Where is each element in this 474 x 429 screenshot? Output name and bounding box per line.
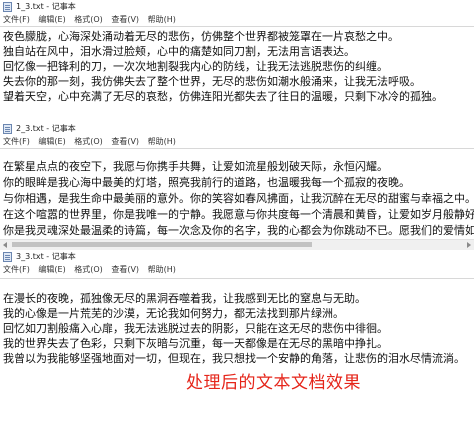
text-line: 我的心像是一片荒芜的沙漠，无论我如何努力，都无法找到那片绿洲。 <box>3 307 344 320</box>
menu-view[interactable]: 查看(V) <box>111 136 139 148</box>
menu-edit[interactable]: 编辑(E) <box>38 264 65 276</box>
text-area[interactable]: 在繁星点点的夜空下，我愿与你携手共舞，让爱如流星般划破天际，永恒闪耀。 你的眼眸… <box>0 148 474 238</box>
title-bar[interactable]: 1_3.txt - 记事本 <box>0 0 474 14</box>
text-line: 夜色朦胧，心海深处涌动着无尽的悲伤，仿佛整个世界都被笼罩在一片哀愁之中。 <box>3 30 399 43</box>
text-line: 回忆如刀割般痛入心扉，我无法逃脱过去的阴影，只能在这无尽的悲伤中徘徊。 <box>3 322 388 335</box>
menu-bar: 文件(F) 编辑(E) 格式(O) 查看(V) 帮助(H) <box>0 14 474 26</box>
notepad-icon <box>3 2 12 12</box>
text-line: 望着天空，心中充满了无尽的哀愁，仿佛连阳光都失去了往日的温暖，只剩下冰冷的孤独。 <box>3 90 443 103</box>
text-line: 你的眼眸是我心海中最美的灯塔，照亮我前行的道路，也温暖我每一个孤寂的夜晚。 <box>3 176 410 189</box>
menu-view[interactable]: 查看(V) <box>111 264 139 276</box>
caption-text: 处理后的文本文档效果 <box>186 373 361 393</box>
notepad-icon <box>3 252 12 262</box>
menu-format[interactable]: 格式(O) <box>74 264 103 276</box>
title-bar[interactable]: 3_3.txt - 记事本 <box>0 250 474 264</box>
notepad-window-2: 2_3.txt - 记事本 文件(F) 编辑(E) 格式(O) 查看(V) 帮助… <box>0 122 474 250</box>
text-line: 在繁星点点的夜空下，我愿与你携手共舞，让爱如流星般划破天际，永恒闪耀。 <box>3 160 388 173</box>
scroll-left-icon[interactable] <box>3 242 7 248</box>
scroll-right-icon[interactable] <box>467 242 471 248</box>
menu-format[interactable]: 格式(O) <box>74 14 103 26</box>
text-line: 失去你的那一刻，我仿佛失去了整个世界，无尽的悲伤如潮水般涌来，让我无法呼吸。 <box>3 75 421 88</box>
menu-bar: 文件(F) 编辑(E) 格式(O) 查看(V) 帮助(H) <box>0 264 474 276</box>
text-line: 你是我灵魂深处最温柔的诗篇，每一次念及你的名字，我的心都会为你跳动不已。愿我们的… <box>3 224 474 237</box>
text-line: 独自站在风中，泪水滑过脸颊，心中的痛楚如同刀割，无法用言语表达。 <box>3 45 355 58</box>
notepad-icon <box>3 124 12 134</box>
text-line: 与你相遇，是我生命中最美丽的意外。你的笑容如春风拂面，让我沉醉在无尽的甜蜜与幸福… <box>3 192 474 205</box>
menu-edit[interactable]: 编辑(E) <box>38 14 65 26</box>
window-title: 2_3.txt - 记事本 <box>16 124 76 133</box>
menu-help[interactable]: 帮助(H) <box>148 264 176 276</box>
notepad-window-1: 1_3.txt - 记事本 文件(F) 编辑(E) 格式(O) 查看(V) 帮助… <box>0 0 474 116</box>
menu-help[interactable]: 帮助(H) <box>148 14 176 26</box>
menu-bar: 文件(F) 编辑(E) 格式(O) 查看(V) 帮助(H) <box>0 136 474 148</box>
menu-help[interactable]: 帮助(H) <box>148 136 176 148</box>
menu-format[interactable]: 格式(O) <box>74 136 103 148</box>
text-line: 在漫长的夜晚，孤独像无尽的黑洞吞噬着我，让我感到无比的窒息与无助。 <box>3 292 366 305</box>
text-line: 在这个喧嚣的世界里，你是我唯一的宁静。我愿意与你共度每一个清晨和黄昏，让爱如岁月… <box>3 208 474 221</box>
horizontal-scrollbar[interactable] <box>0 239 474 250</box>
text-line: 回忆像一把锋利的刀，一次次地割裂我内心的防线，让我无法逃脱悲伤的纠缠。 <box>3 60 388 73</box>
menu-view[interactable]: 查看(V) <box>111 14 139 26</box>
window-title: 1_3.txt - 记事本 <box>16 2 76 11</box>
title-bar[interactable]: 2_3.txt - 记事本 <box>0 122 474 136</box>
menu-edit[interactable]: 编辑(E) <box>38 136 65 148</box>
text-area[interactable]: 夜色朦胧，心海深处涌动着无尽的悲伤，仿佛整个世界都被笼罩在一片哀愁之中。 独自站… <box>0 26 474 116</box>
menu-file[interactable]: 文件(F) <box>3 264 30 276</box>
text-area[interactable]: 在漫长的夜晚，孤独像无尽的黑洞吞噬着我，让我感到无比的窒息与无助。 我的心像是一… <box>0 278 474 429</box>
text-line: 我的世界失去了色彩，只剩下灰暗与沉重，每一天都像是在无尽的黑暗中挣扎。 <box>3 337 388 350</box>
notepad-window-3: 3_3.txt - 记事本 文件(F) 编辑(E) 格式(O) 查看(V) 帮助… <box>0 250 474 429</box>
menu-file[interactable]: 文件(F) <box>3 136 30 148</box>
menu-file[interactable]: 文件(F) <box>3 14 30 26</box>
window-title: 3_3.txt - 记事本 <box>16 252 76 261</box>
text-line: 我曾以为我能够坚强地面对一切，但现在，我只想找一个安静的角落，让悲伤的泪水尽情流… <box>3 352 465 365</box>
scrollbar-thumb[interactable] <box>12 242 312 247</box>
